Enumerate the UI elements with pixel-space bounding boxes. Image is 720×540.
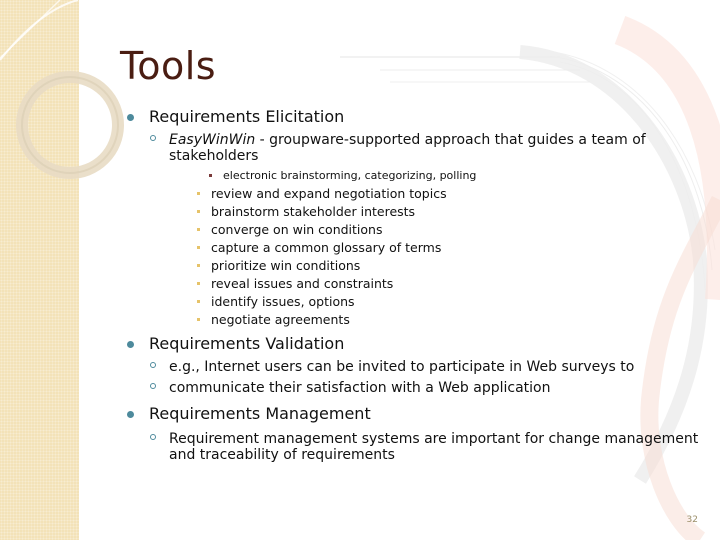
- square-bullet-icon: [197, 282, 200, 285]
- square-bullet-icon: [197, 264, 200, 267]
- bullet-icon: [127, 114, 134, 121]
- list-item-text: capture a common glossary of terms: [211, 240, 442, 255]
- list-item: negotiate agreements: [195, 311, 707, 329]
- bullet-icon: [127, 411, 134, 418]
- decorative-left-panel: [0, 0, 79, 540]
- list-item-text: reveal issues and constraints: [211, 276, 394, 291]
- easywinwin-description: EasyWinWin - groupware-supported approac…: [149, 132, 707, 164]
- list-item: e.g., Internet users can be invited to p…: [149, 359, 707, 375]
- slide-title: Tools: [120, 44, 217, 88]
- hollow-bullet-icon: [150, 383, 156, 389]
- hollow-bullet-icon: [150, 434, 156, 440]
- section-heading-management: Requirements Management: [127, 403, 707, 425]
- list-item: Requirement management systems are impor…: [149, 431, 707, 463]
- slide-content: Requirements Elicitation EasyWinWin - gr…: [127, 106, 707, 466]
- section-heading-elicitation: Requirements Elicitation: [127, 106, 707, 128]
- list-item: reveal issues and constraints: [195, 275, 707, 293]
- section-heading-validation: Requirements Validation: [127, 333, 707, 355]
- list-item-text: identify issues, options: [211, 294, 355, 309]
- list-item-text: communicate their satisfaction with a We…: [169, 380, 551, 396]
- square-bullet-icon: [209, 174, 212, 177]
- square-bullet-icon: [197, 192, 200, 195]
- hollow-bullet-icon: [150, 135, 156, 141]
- hollow-bullet-icon: [150, 362, 156, 368]
- list-item: converge on win conditions: [195, 221, 707, 239]
- list-item-text: converge on win conditions: [211, 222, 383, 237]
- list-item-text: electronic brainstorming, categorizing, …: [223, 169, 477, 182]
- square-bullet-icon: [197, 228, 200, 231]
- list-item: identify issues, options: [195, 293, 707, 311]
- list-item-text: brainstorm stakeholder interests: [211, 204, 416, 219]
- bullet-icon: [127, 341, 134, 348]
- list-item-text: Requirement management systems are impor…: [169, 431, 699, 463]
- page-number: 32: [686, 515, 698, 525]
- square-bullet-icon: [197, 318, 200, 321]
- list-item: capture a common glossary of terms: [195, 239, 707, 257]
- section-heading-text: Requirements Management: [149, 404, 371, 423]
- list-item-text: prioritize win conditions: [211, 258, 361, 273]
- list-item: prioritize win conditions: [195, 257, 707, 275]
- square-bullet-icon: [197, 300, 200, 303]
- section-heading-text: Requirements Validation: [149, 334, 345, 353]
- square-bullet-icon: [197, 210, 200, 213]
- square-bullet-icon: [197, 246, 200, 249]
- list-item-text: review and expand negotiation topics: [211, 186, 447, 201]
- list-item: electronic brainstorming, categorizing, …: [207, 167, 707, 185]
- easywinwin-name: EasyWinWin: [169, 132, 256, 148]
- section-heading-text: Requirements Elicitation: [149, 107, 345, 126]
- list-item: review and expand negotiation topics: [195, 185, 707, 203]
- list-item: communicate their satisfaction with a We…: [149, 380, 707, 396]
- list-item-text: negotiate agreements: [211, 312, 350, 327]
- list-item-text: e.g., Internet users can be invited to p…: [169, 359, 635, 375]
- list-item: brainstorm stakeholder interests: [195, 203, 707, 221]
